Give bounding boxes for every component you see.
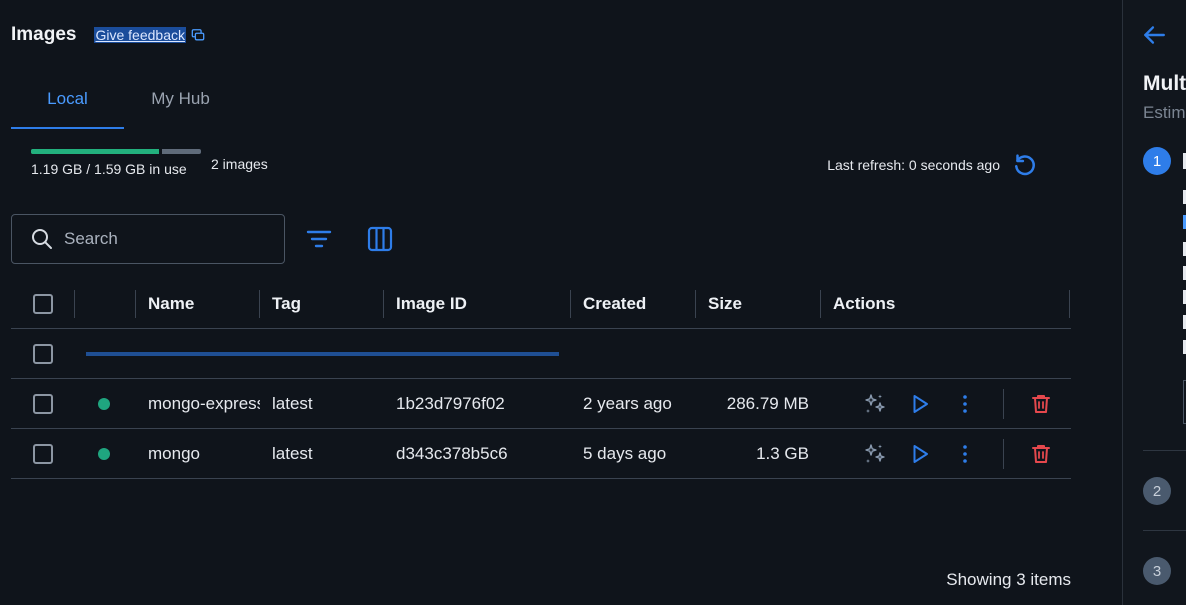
row-checkbox[interactable] — [33, 344, 53, 364]
column-header-created[interactable]: Created — [583, 279, 646, 329]
cell-image-id: d343c378b5c6 — [396, 444, 508, 463]
actions-divider — [1003, 389, 1004, 419]
sparkle-icon[interactable] — [863, 442, 887, 466]
column-separator[interactable] — [383, 290, 384, 318]
delete-icon[interactable] — [1029, 442, 1053, 466]
give-feedback-label[interactable]: Give feedback — [94, 27, 186, 43]
row-checkbox[interactable] — [33, 444, 53, 464]
tab-local[interactable]: Local — [11, 78, 124, 129]
column-header-name[interactable]: Name — [148, 279, 194, 329]
panel-title: Mult — [1143, 72, 1186, 95]
step-1-badge: 1 — [1143, 147, 1171, 175]
search-icon — [32, 229, 52, 249]
disk-usage-text: 1.19 GB / 1.59 GB in use — [31, 161, 187, 177]
cell-image-id: 1b23d7976f02 — [396, 394, 505, 413]
column-separator[interactable] — [259, 290, 260, 318]
cell-tag: latest — [272, 394, 313, 413]
more-options-icon[interactable] — [953, 392, 977, 416]
items-count: Showing 3 items — [946, 570, 1071, 589]
table-row[interactable]: mongo-express latest 1b23d7976f02 2 year… — [11, 379, 1071, 429]
column-header-image-id[interactable]: Image ID — [396, 279, 467, 329]
column-header-actions: Actions — [833, 294, 896, 313]
disk-usage: 1.19 GB / 1.59 GB in use — [31, 149, 201, 177]
disk-usage-fill — [31, 149, 159, 154]
loading-bar — [86, 352, 559, 356]
tab-my-hub[interactable]: My Hub — [124, 78, 237, 129]
refresh-status: Last refresh: 0 seconds ago — [827, 150, 1040, 180]
filter-icon[interactable] — [305, 225, 333, 253]
cell-size: 1.3 GB — [756, 444, 809, 463]
sparkle-icon[interactable] — [863, 392, 887, 416]
more-options-icon[interactable] — [953, 442, 977, 466]
status-dot-in-use — [98, 398, 110, 410]
run-icon[interactable] — [908, 392, 932, 416]
search-box[interactable] — [11, 214, 285, 264]
column-separator[interactable] — [695, 290, 696, 318]
column-separator[interactable] — [74, 290, 75, 318]
columns-icon[interactable] — [366, 225, 394, 253]
cell-tag: latest — [272, 444, 313, 463]
cell-name[interactable]: mongo-express — [148, 379, 260, 429]
refresh-icon[interactable] — [1010, 150, 1040, 180]
last-refresh-text: Last refresh: 0 seconds ago — [827, 157, 1000, 173]
tab-bar: Local My Hub — [11, 78, 237, 129]
cell-created: 5 days ago — [583, 444, 667, 463]
table-header: Name Tag Image ID Created Size Actions — [11, 279, 1071, 329]
feedback-icon[interactable] — [191, 28, 205, 42]
step-3-badge: 3 — [1143, 557, 1171, 585]
cell-name[interactable]: mongo — [148, 429, 260, 479]
cell-size: 286.79 MB — [726, 394, 809, 413]
panel-divider — [1143, 450, 1186, 451]
column-header-tag[interactable]: Tag — [272, 279, 301, 329]
column-header-size[interactable]: Size — [708, 279, 742, 329]
column-separator[interactable] — [135, 290, 136, 318]
actions-divider — [1003, 439, 1004, 469]
column-separator[interactable] — [820, 290, 821, 318]
step-2-badge: 2 — [1143, 477, 1171, 505]
run-icon[interactable] — [908, 442, 932, 466]
page-title: Images — [11, 24, 77, 45]
cell-created: 2 years ago — [583, 394, 672, 413]
image-count: 2 images — [211, 156, 268, 172]
panel-divider — [1143, 530, 1186, 531]
disk-usage-gap — [158, 149, 162, 154]
give-feedback-link[interactable]: Give feedback — [94, 27, 205, 43]
images-table: Name Tag Image ID Created Size Actions m… — [11, 279, 1071, 479]
table-row-loading — [11, 329, 1071, 379]
docker-images-page: Images Give feedback Local My Hub 1.19 G… — [0, 0, 1186, 605]
disk-usage-bar — [31, 149, 201, 154]
table-row[interactable]: mongo latest d343c378b5c6 5 days ago 1.3… — [11, 429, 1071, 479]
back-arrow-icon[interactable] — [1141, 22, 1167, 48]
select-all-checkbox[interactable] — [33, 294, 53, 314]
column-separator[interactable] — [570, 290, 571, 318]
side-panel: Mult Estim 1 2 3 — [1122, 0, 1186, 605]
search-input[interactable] — [64, 229, 264, 249]
column-separator[interactable] — [1069, 290, 1070, 318]
delete-icon[interactable] — [1029, 392, 1053, 416]
row-checkbox[interactable] — [33, 394, 53, 414]
page-header: Images Give feedback — [11, 24, 205, 46]
panel-subtitle: Estim — [1143, 103, 1186, 122]
status-dot-in-use — [98, 448, 110, 460]
